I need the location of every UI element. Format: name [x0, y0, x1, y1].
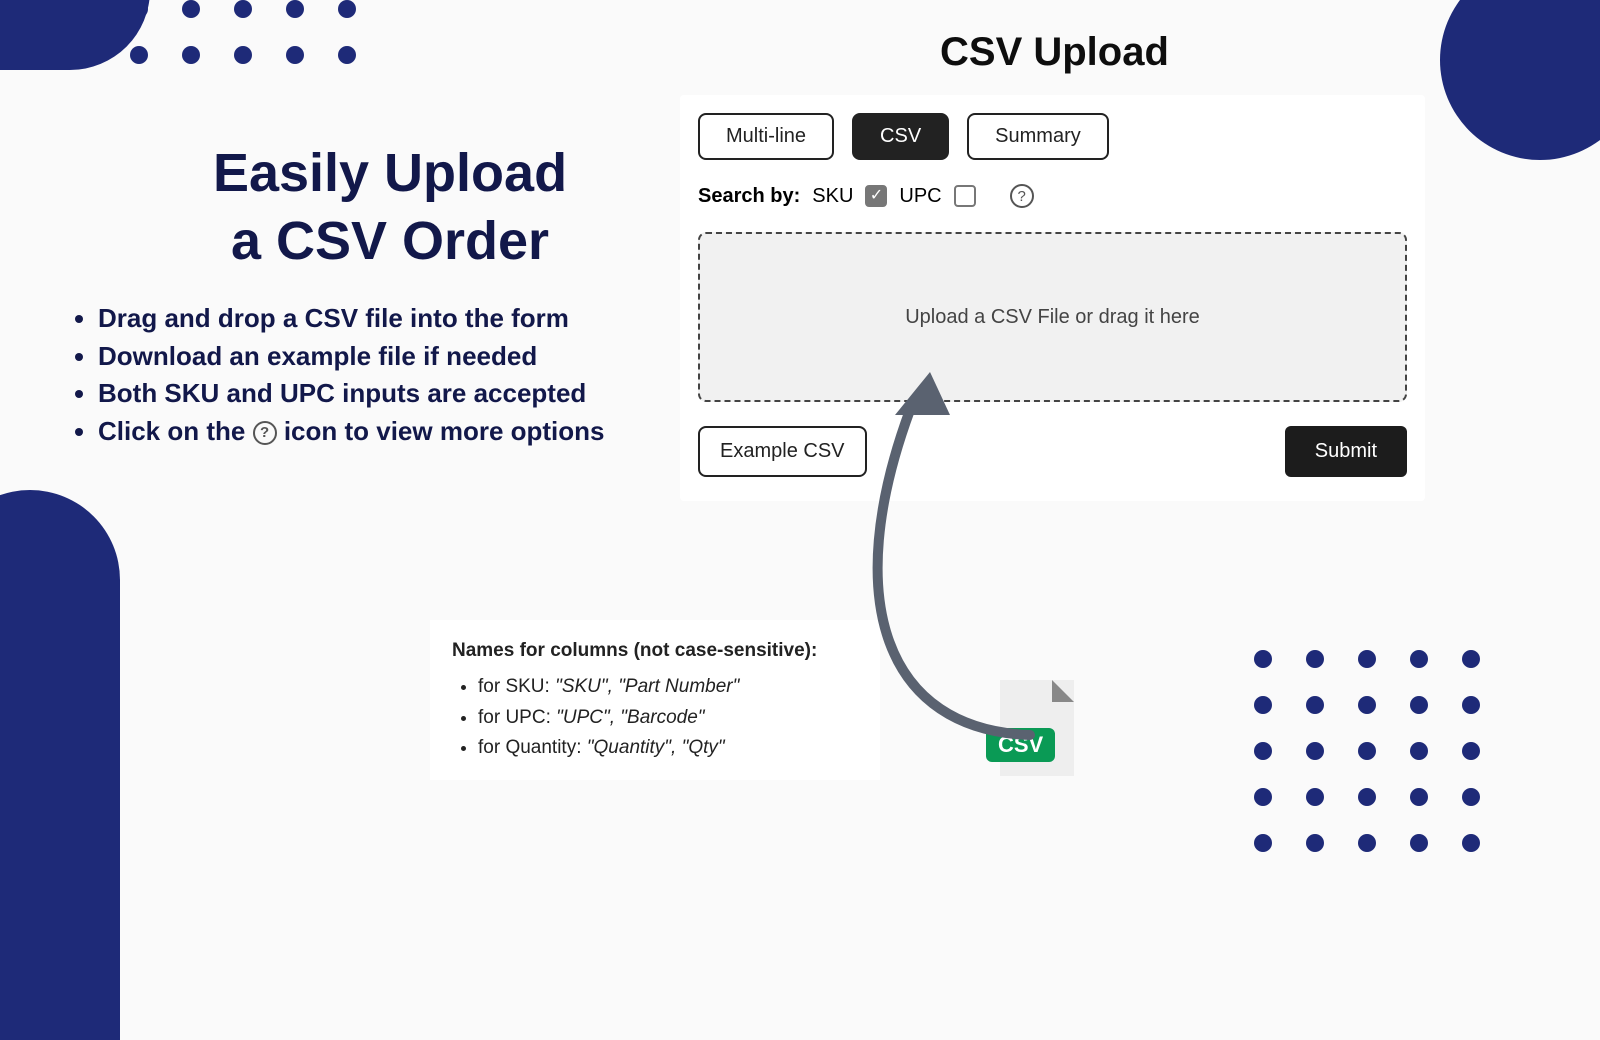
bullet-3: Both SKU and UPC inputs are accepted: [98, 375, 690, 413]
corner-blob-bottom-left: [0, 490, 120, 1040]
tabs: Multi-line CSV Summary: [698, 113, 1407, 160]
checkbox-sku[interactable]: [865, 185, 887, 207]
csv-dropzone[interactable]: Upload a CSV File or drag it here: [698, 232, 1407, 402]
dropzone-text: Upload a CSV File or drag it here: [905, 306, 1200, 329]
example-csv-button[interactable]: Example CSV: [698, 426, 867, 477]
bullet-1: Drag and drop a CSV file into the form: [98, 300, 690, 338]
search-opt-upc-label: UPC: [899, 185, 941, 208]
checkbox-upc[interactable]: [954, 185, 976, 207]
headline-line1: Easily Upload: [213, 143, 567, 203]
csv-upload-panel: Multi-line CSV Summary Search by: SKU UP…: [680, 95, 1425, 501]
question-icon-inline: ?: [253, 421, 277, 445]
decorative-dots-top: [130, 0, 356, 64]
feature-bullets: Drag and drop a CSV file into the form D…: [70, 300, 690, 451]
column-names-hint: Names for columns (not case-sensitive): …: [430, 620, 880, 780]
tab-multiline[interactable]: Multi-line: [698, 113, 834, 160]
help-icon[interactable]: ?: [1010, 184, 1034, 208]
decorative-dots-bottom-right: [1254, 650, 1480, 852]
search-opt-sku-label: SKU: [812, 185, 853, 208]
submit-button[interactable]: Submit: [1285, 426, 1407, 477]
corner-blob-top-right: [1440, 0, 1600, 160]
search-by-label: Search by:: [698, 185, 800, 208]
headline-line2: a CSV Order: [231, 211, 549, 271]
csv-file-icon: CSV: [1000, 680, 1080, 776]
page-headline: Easily Upload a CSV Order: [150, 140, 630, 275]
panel-title: CSV Upload: [940, 30, 1169, 75]
search-by-row: Search by: SKU UPC ?: [698, 184, 1407, 208]
bullet-4: Click on the ? icon to view more options: [98, 413, 690, 451]
corner-blob-top-left: [0, 0, 150, 70]
csv-file-badge: CSV: [986, 728, 1055, 762]
bullet-2: Download an example file if needed: [98, 338, 690, 376]
tab-summary[interactable]: Summary: [967, 113, 1109, 160]
tab-csv[interactable]: CSV: [852, 113, 949, 160]
